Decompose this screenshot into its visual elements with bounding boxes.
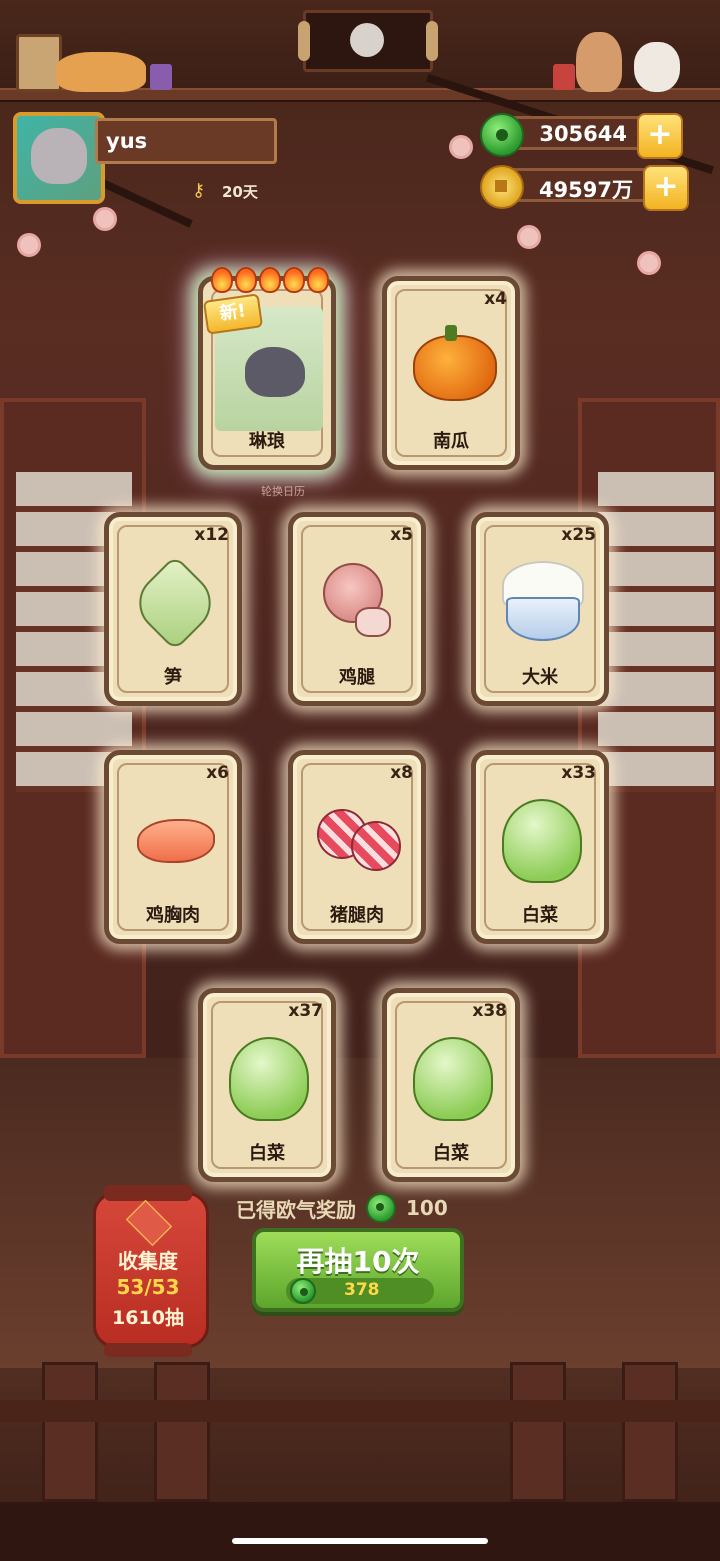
left-door bbox=[0, 398, 146, 1058]
card-label: 鸡胸肉 bbox=[146, 905, 200, 926]
fence-rail bbox=[0, 1400, 720, 1422]
coin-amount: 49597万 bbox=[538, 178, 633, 202]
card-count: x4 bbox=[484, 289, 507, 309]
background-calendar-label: 轮换日历 bbox=[261, 485, 305, 498]
collection-progress: 53/53 bbox=[116, 1275, 180, 1299]
card-bamboo-shoot[interactable]: x12 笋 bbox=[104, 512, 242, 706]
jade-icon bbox=[290, 1278, 316, 1304]
card-label: 鸡腿 bbox=[339, 667, 375, 688]
card-cabbage[interactable]: x33 白菜 bbox=[471, 750, 609, 944]
wolf-avatar-icon bbox=[31, 128, 87, 184]
card-cabbage[interactable]: x38 白菜 bbox=[382, 988, 520, 1182]
lantern-cap bbox=[104, 1185, 192, 1201]
coin-icon bbox=[480, 165, 524, 209]
lantern-base bbox=[104, 1343, 192, 1357]
draw-cost: 378 bbox=[286, 1278, 434, 1304]
fence-post bbox=[154, 1362, 210, 1502]
login-days: ⚷ 20天 bbox=[192, 178, 258, 204]
card-linlang[interactable]: 新! 琳琅 bbox=[198, 267, 336, 470]
draw-again-button[interactable]: 再抽10次 378 bbox=[252, 1228, 464, 1312]
fence-post bbox=[622, 1362, 678, 1502]
cabbage-icon bbox=[225, 1033, 309, 1121]
flame-icon bbox=[307, 267, 329, 293]
pork-leg-icon bbox=[315, 795, 401, 879]
card-label: 琳琅 bbox=[249, 431, 285, 452]
card-count: x37 bbox=[288, 1001, 323, 1021]
pumpkin-icon bbox=[409, 321, 497, 405]
flame-icon bbox=[211, 267, 233, 293]
player-name: yus bbox=[106, 129, 148, 153]
sleeping-cat-icon bbox=[56, 52, 146, 92]
reward-label: 已得欧气奖励 bbox=[236, 1197, 356, 1222]
blossom-icon bbox=[520, 228, 538, 246]
key-icon: ⚷ bbox=[192, 180, 206, 201]
reward-line: 已得欧气奖励 100 bbox=[236, 1193, 448, 1223]
bottom-floor bbox=[0, 1502, 720, 1561]
chicken-leg-icon bbox=[315, 557, 399, 641]
cabbage-icon bbox=[409, 1033, 493, 1121]
card-chicken-leg[interactable]: x5 鸡腿 bbox=[288, 512, 426, 706]
card-label: 大米 bbox=[522, 667, 558, 688]
jade-amount: 305644 bbox=[539, 122, 627, 146]
card-cabbage[interactable]: x37 白菜 bbox=[198, 988, 336, 1182]
bamboo-shoot-icon bbox=[126, 554, 224, 652]
card-count: x12 bbox=[194, 525, 229, 545]
jar-icon bbox=[150, 64, 172, 90]
draw-again-label: 再抽10次 bbox=[296, 1245, 420, 1278]
reward-value: 100 bbox=[406, 1196, 448, 1220]
card-count: x6 bbox=[206, 763, 229, 783]
character-portrait-icon bbox=[350, 23, 384, 57]
card-count: x33 bbox=[561, 763, 596, 783]
blossom-icon bbox=[20, 236, 38, 254]
white-cat-icon bbox=[634, 42, 680, 92]
card-label: 南瓜 bbox=[433, 431, 469, 452]
card-label: 猪腿肉 bbox=[330, 905, 384, 926]
jade-icon bbox=[366, 1193, 396, 1223]
card-pork-leg[interactable]: x8 猪腿肉 bbox=[288, 750, 426, 944]
login-days-value: 20天 bbox=[222, 182, 258, 201]
home-indicator[interactable] bbox=[232, 1538, 488, 1544]
flame-icon bbox=[283, 267, 305, 293]
wolf-body bbox=[245, 347, 305, 397]
flame-icon bbox=[259, 267, 281, 293]
right-door bbox=[578, 398, 720, 1058]
card-pumpkin[interactable]: x4 南瓜 bbox=[382, 276, 520, 470]
player-avatar[interactable] bbox=[13, 112, 105, 204]
fence-post bbox=[510, 1362, 566, 1502]
blossom-icon bbox=[640, 254, 658, 272]
card-label: 白菜 bbox=[249, 1143, 285, 1164]
chicken-breast-icon bbox=[131, 795, 215, 879]
girl-character-icon bbox=[576, 32, 622, 92]
card-count: x25 bbox=[561, 525, 596, 545]
collection-draws: 1610抽 bbox=[112, 1307, 184, 1329]
card-count: x38 bbox=[472, 1001, 507, 1021]
jar-icon bbox=[553, 64, 575, 90]
paw-plaque-icon bbox=[16, 34, 62, 92]
blossom-icon bbox=[452, 138, 470, 156]
card-count: x8 bbox=[390, 763, 413, 783]
cabbage-icon bbox=[498, 795, 582, 883]
window-lattice bbox=[598, 472, 714, 792]
player-name-box: yus bbox=[95, 118, 277, 164]
card-chicken-breast[interactable]: x6 鸡胸肉 bbox=[104, 750, 242, 944]
jade-icon bbox=[480, 113, 524, 157]
hanging-scroll bbox=[298, 10, 438, 72]
add-jade-button[interactable]: + bbox=[637, 113, 683, 159]
diamond-ornament bbox=[125, 1199, 173, 1247]
fence-post bbox=[42, 1362, 98, 1502]
flame-icon bbox=[235, 267, 257, 293]
collection-title: 收集度 bbox=[118, 1249, 178, 1273]
card-label: 白菜 bbox=[433, 1143, 469, 1164]
add-coins-button[interactable]: + bbox=[643, 165, 689, 211]
draw-cost-value: 378 bbox=[344, 1280, 380, 1300]
rice-bowl-icon bbox=[498, 557, 584, 641]
card-rice[interactable]: x25 大米 bbox=[471, 512, 609, 706]
card-label: 白菜 bbox=[522, 905, 558, 926]
collection-lantern[interactable]: 收集度 53/53 1610抽 bbox=[93, 1185, 209, 1357]
card-label: 笋 bbox=[164, 667, 182, 688]
card-count: x5 bbox=[390, 525, 413, 545]
blossom-icon bbox=[96, 210, 114, 228]
